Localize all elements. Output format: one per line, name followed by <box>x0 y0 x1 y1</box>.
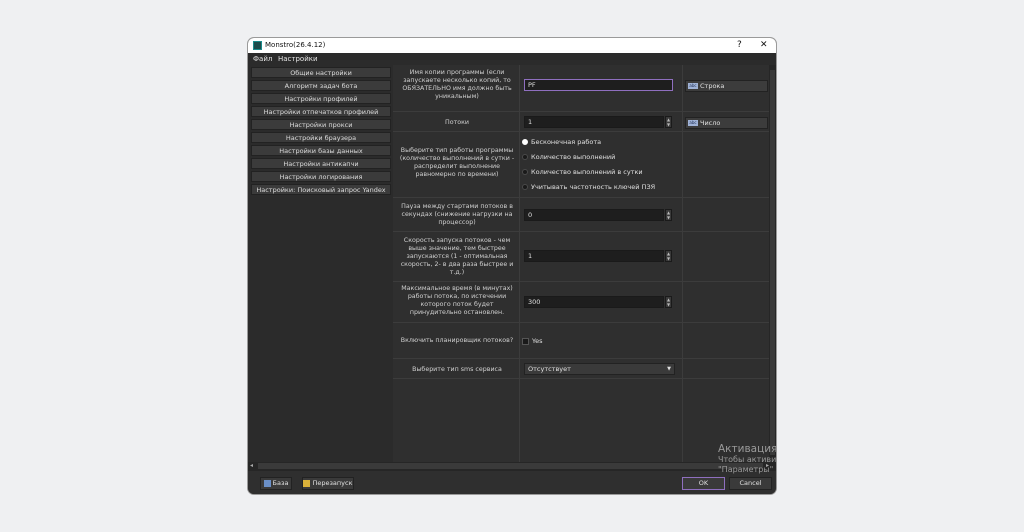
menu-bar: Файл Настройки <box>248 53 776 65</box>
max-time-stepper[interactable]: ▲ ▼ <box>665 296 672 308</box>
restart-button-label: Перезапуск <box>312 479 353 487</box>
menu-settings[interactable]: Настройки <box>278 55 318 63</box>
speed-input[interactable]: 1 <box>524 250 664 262</box>
settings-content: Имя копии программы (если запускаете нес… <box>393 65 769 462</box>
close-button[interactable]: ✕ <box>760 39 768 52</box>
base-button[interactable]: База <box>260 477 292 490</box>
row-copy-name: Имя копии программы (если запускаете нес… <box>393 65 769 112</box>
row-scheduler: Включить планировщик потоков? Yes <box>393 323 769 359</box>
type-string-button[interactable]: abc Строка <box>685 80 768 92</box>
sidebar-item-browser[interactable]: Настройки браузера <box>251 132 391 143</box>
scheduler-label: Включить планировщик потоков? <box>400 337 514 344</box>
scrollbar-thumb[interactable] <box>258 463 763 469</box>
scheduler-checkbox[interactable]: Yes <box>522 337 543 345</box>
radio-dot-icon <box>522 169 528 175</box>
settings-sidebar: Общие настройки Алгоритм задач бота Наст… <box>248 65 393 462</box>
database-icon <box>263 479 271 487</box>
chevron-down-icon: ▼ <box>667 366 671 372</box>
radio-infinite-label: Бесконечная работа <box>531 138 602 146</box>
window-title: Monstro(26.4.12) <box>265 41 326 49</box>
vertical-scrollbar[interactable] <box>769 65 776 462</box>
restart-icon <box>303 479 311 487</box>
help-button[interactable]: ? <box>737 39 742 52</box>
horizontal-scrollbar[interactable]: ◂ ▸ <box>248 462 776 471</box>
watermark-line-1: Активация <box>718 443 778 455</box>
settings-window: Monstro(26.4.12) ? ✕ Файл Настройки Общи… <box>248 38 776 494</box>
row-work-type: Выберите тип работы программы (количеств… <box>393 132 769 198</box>
row-threads: Потоки 1 ▲ ▼ abc Число <box>393 112 769 132</box>
copy-name-label: Имя копии программы (если запускаете нес… <box>402 69 512 100</box>
type-string-label: Строка <box>700 82 725 90</box>
row-max-time: Максимальное время (в минутах) работы по… <box>393 282 769 323</box>
pause-stepper[interactable]: ▲ ▼ <box>665 209 672 221</box>
sidebar-item-anticaptcha[interactable]: Настройки антикапчи <box>251 158 391 169</box>
pause-input[interactable]: 0 <box>524 209 664 221</box>
restart-button[interactable]: Перезапуск <box>302 477 354 490</box>
max-time-input[interactable]: 300 <box>524 296 664 308</box>
max-time-label: Максимальное время (в минутах) работы по… <box>401 285 513 316</box>
row-sms: Выберите тип sms сервиса Отсутствует ▼ <box>393 359 769 379</box>
scrollbar-thumb[interactable] <box>770 70 775 455</box>
sidebar-item-profiles[interactable]: Настройки профилей <box>251 93 391 104</box>
radio-count[interactable]: Количество выполнений <box>522 153 615 161</box>
base-button-label: База <box>272 479 289 487</box>
work-type-label: Выберите тип работы программы (количеств… <box>399 147 515 178</box>
sidebar-item-proxy[interactable]: Настройки прокси <box>251 119 391 130</box>
radio-count-label: Количество выполнений <box>531 153 616 161</box>
radio-dot-icon <box>522 139 528 145</box>
ok-button[interactable]: OK <box>682 477 725 490</box>
sidebar-item-general[interactable]: Общие настройки <box>251 67 391 78</box>
radio-key-frequency[interactable]: Учитывать частотность ключей ПЗЯ <box>522 183 655 191</box>
radio-dot-icon <box>522 184 528 190</box>
speed-stepper[interactable]: ▲ ▼ <box>665 250 672 262</box>
sms-select-value: Отсутствует <box>528 365 571 373</box>
sidebar-item-logging[interactable]: Настройки логирования <box>251 171 391 182</box>
threads-stepper[interactable]: ▲ ▼ <box>665 116 672 128</box>
type-number-button[interactable]: abc Число <box>685 117 768 129</box>
activation-watermark: Активация Чтобы активи "Параметры" <box>718 443 777 475</box>
pause-label: Пауза между стартами потоков в секундах … <box>401 203 513 226</box>
sidebar-item-database[interactable]: Настройки базы данных <box>251 145 391 156</box>
sidebar-item-yandex-query[interactable]: Настройки: Поисковый запрос Yandex <box>251 184 391 195</box>
row-pause: Пауза между стартами потоков в секундах … <box>393 198 769 232</box>
radio-key-frequency-label: Учитывать частотность ключей ПЗЯ <box>531 183 656 191</box>
sidebar-item-bot-algorithm[interactable]: Алгоритм задач бота <box>251 80 391 91</box>
sms-label: Выберите тип sms сервиса <box>412 366 502 373</box>
bottom-bar: База Перезапуск OK Cancel <box>248 471 776 494</box>
radio-count-per-day-label: Количество выполнений в сутки <box>531 168 643 176</box>
speed-label: Скорость запуска потоков - чем выше знач… <box>400 237 514 276</box>
radio-dot-icon <box>522 154 528 160</box>
radio-count-per-day[interactable]: Количество выполнений в сутки <box>522 168 643 176</box>
threads-label: Потоки <box>444 119 469 126</box>
scroll-left-icon[interactable]: ◂ <box>250 462 253 469</box>
row-speed: Скорость запуска потоков - чем выше знач… <box>393 232 769 282</box>
sidebar-item-fingerprints[interactable]: Настройки отпечатков профилей <box>251 106 391 117</box>
copy-name-input[interactable]: PF <box>524 79 673 91</box>
watermark-line-3: "Параметры" <box>718 465 774 474</box>
radio-infinite[interactable]: Бесконечная работа <box>522 138 601 146</box>
watermark-line-2: Чтобы активи <box>718 455 777 464</box>
app-icon <box>253 41 262 50</box>
cancel-button[interactable]: Cancel <box>729 477 772 490</box>
scheduler-checkbox-label: Yes <box>532 337 543 345</box>
type-number-label: Число <box>700 119 721 127</box>
checkbox-icon <box>522 337 529 345</box>
abc-icon: abc <box>688 120 698 126</box>
title-bar: Monstro(26.4.12) ? ✕ <box>248 38 776 53</box>
menu-file[interactable]: Файл <box>253 55 272 63</box>
abc-icon: abc <box>688 83 698 89</box>
threads-input[interactable]: 1 <box>524 116 664 128</box>
sms-select[interactable]: Отсутствует ▼ <box>524 363 675 375</box>
